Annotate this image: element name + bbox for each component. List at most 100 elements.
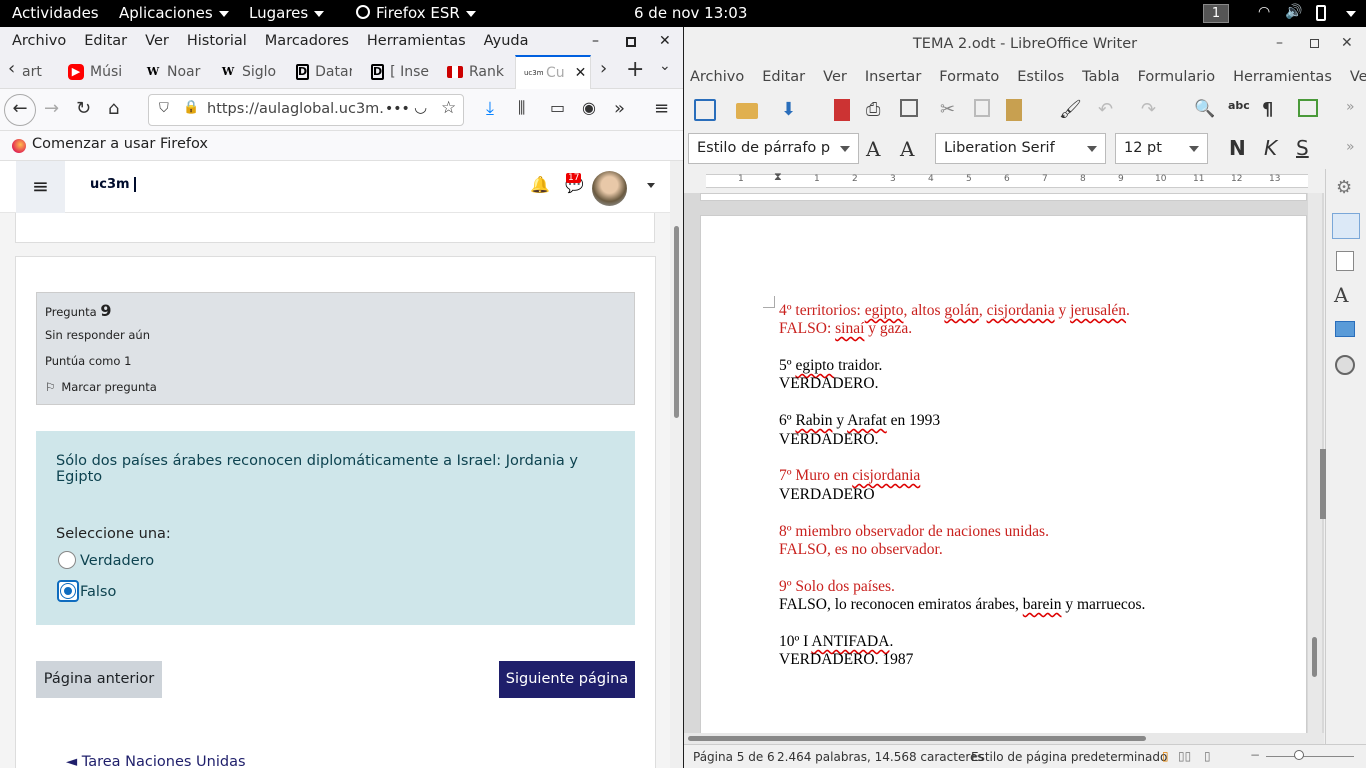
menu-archivo[interactable]: Archivo <box>12 33 66 49</box>
workspace-indicator[interactable]: 1 <box>1203 4 1229 23</box>
sidebar-icon[interactable]: ▭ <box>550 98 565 117</box>
close-window-button[interactable]: ✕ <box>1341 35 1353 51</box>
menu-marcadores[interactable]: Marcadores <box>265 33 349 49</box>
menu-formulario[interactable]: Formulario <box>1138 69 1216 85</box>
maximize-button[interactable] <box>626 37 636 47</box>
app-menu[interactable]: Firefox ESR <box>356 4 476 22</box>
print-icon[interactable]: ⎙ <box>866 99 888 121</box>
toolbar-overflow-icon[interactable]: » <box>1346 99 1366 121</box>
bookmark-star-icon[interactable]: ☆ <box>441 98 456 118</box>
book-view-icon[interactable]: ▯ <box>1204 749 1211 763</box>
system-menu[interactable] <box>1340 4 1356 22</box>
tab[interactable]: W Siglo <box>220 58 278 86</box>
menu-insertar[interactable]: Insertar <box>865 69 921 85</box>
clock[interactable]: 6 de nov 13:03 <box>634 4 747 22</box>
menu-ayuda[interactable]: Ayuda <box>484 33 529 49</box>
minimize-button[interactable]: – <box>1276 35 1283 51</box>
page-actions-icon[interactable]: ••• <box>385 101 410 117</box>
user-menu-caret-icon[interactable] <box>647 183 655 188</box>
close-tab-icon[interactable]: ✕ <box>575 65 587 81</box>
shield-icon[interactable]: ⛉ <box>159 101 169 116</box>
tab[interactable]: art <box>22 58 58 86</box>
tabs-scroll-left-icon[interactable]: ‹ <box>8 58 15 79</box>
open-folder-icon[interactable] <box>736 103 758 119</box>
tab[interactable]: Rank <box>447 58 505 86</box>
insert-table-icon[interactable] <box>1298 99 1318 117</box>
zoom-slider-knob[interactable] <box>1294 750 1304 760</box>
new-style-icon[interactable]: A <box>900 137 914 161</box>
new-tab-icon[interactable]: + <box>626 57 644 82</box>
spellcheck-icon[interactable]: abc <box>1228 99 1250 121</box>
tab[interactable]: D Datar <box>296 58 352 86</box>
page-count[interactable]: Página 5 de 6 <box>693 750 775 764</box>
settings-gear-icon[interactable]: ⚙ <box>1336 177 1352 198</box>
italic-button[interactable]: K <box>1264 136 1277 160</box>
tab-active[interactable]: uc3m Cu ✕ <box>515 55 591 89</box>
hamburger-menu-icon[interactable]: ≡ <box>654 98 669 119</box>
zoom-slider[interactable] <box>1266 756 1354 757</box>
navigator-icon[interactable] <box>1335 355 1355 375</box>
update-style-icon[interactable]: A <box>866 137 880 161</box>
account-icon[interactable]: ◉ <box>582 98 596 117</box>
toolbar-overflow-icon[interactable]: » <box>1346 139 1355 155</box>
clone-formatting-icon[interactable]: 🖌 <box>1059 99 1082 121</box>
scrollbar-thumb[interactable] <box>1312 637 1317 677</box>
radio-verdadero[interactable] <box>58 551 76 569</box>
document-page[interactable]: 4º territorios: egipto, altos golán, cis… <box>700 215 1307 735</box>
single-page-view-icon[interactable]: ▯▯ <box>1178 749 1191 763</box>
notifications-bell-icon[interactable]: 🔔 <box>530 175 550 194</box>
maximize-button[interactable] <box>1310 39 1319 48</box>
menu-herramientas[interactable]: Herramientas <box>1233 69 1332 85</box>
menu-ventana[interactable]: Ventana <box>1350 69 1366 85</box>
back-to-assignment-link[interactable]: ◄ Tarea Naciones Unidas <box>66 754 246 768</box>
avatar[interactable] <box>592 171 627 206</box>
copy-icon[interactable] <box>974 99 990 117</box>
places-menu[interactable]: Lugares <box>249 4 325 22</box>
font-name-dropdown[interactable]: Liberation Serif <box>935 133 1106 164</box>
menu-editar[interactable]: Editar <box>84 33 127 49</box>
new-document-icon[interactable] <box>694 99 716 121</box>
next-page-button[interactable]: Siguiente página <box>499 661 635 698</box>
bookmark-getting-started[interactable]: Comenzar a usar Firefox <box>32 136 208 152</box>
tab[interactable]: ▶ Músi <box>68 58 128 86</box>
lock-icon[interactable]: 🔒 <box>183 100 199 115</box>
paragraph-style-dropdown[interactable]: Estilo de párrafo p <box>688 133 859 164</box>
menu-ver[interactable]: Ver <box>145 33 169 49</box>
option-verdadero-label[interactable]: Verdadero <box>80 553 154 569</box>
menu-editar[interactable]: Editar <box>762 69 805 85</box>
forward-button[interactable]: → <box>44 98 59 119</box>
previous-page-button[interactable]: Página anterior <box>36 661 162 698</box>
scrollbar-thumb[interactable] <box>674 226 679 418</box>
flag-question-link[interactable]: ⚐ Marcar pregunta <box>45 380 157 394</box>
underline-button[interactable]: S <box>1296 136 1309 160</box>
tab[interactable]: D[ Inse <box>371 58 429 86</box>
wifi-icon[interactable]: ◠ <box>1258 4 1270 20</box>
applications-menu[interactable]: Aplicaciones <box>119 4 229 22</box>
download-icon[interactable]: ⤓ <box>486 98 494 119</box>
menu-herramientas[interactable]: Herramientas <box>367 33 466 49</box>
home-button[interactable]: ⌂ <box>108 98 119 119</box>
print-preview-icon[interactable] <box>900 99 918 117</box>
page-icon[interactable] <box>1336 251 1354 271</box>
export-pdf-icon[interactable] <box>834 99 850 121</box>
save-icon[interactable]: ⬇ <box>781 99 803 121</box>
document-modified-icon[interactable]: ▯ <box>1162 749 1169 763</box>
menu-historial[interactable]: Historial <box>187 33 247 49</box>
volume-icon[interactable]: 🔊 <box>1285 4 1302 20</box>
minimize-button[interactable]: – <box>592 33 599 49</box>
styles-icon[interactable]: A <box>1334 283 1348 307</box>
indent-marker-icon[interactable]: ⧗ <box>774 170 782 184</box>
back-button[interactable]: ← <box>4 94 36 126</box>
pocket-icon[interactable]: ◡ <box>414 98 427 116</box>
battery-icon[interactable] <box>1316 5 1326 21</box>
properties-icon[interactable] <box>1332 213 1360 239</box>
drawer-menu-icon[interactable]: ≡ <box>16 161 65 213</box>
redo-icon[interactable]: ↷ <box>1141 99 1163 121</box>
scrollbar-thumb[interactable] <box>688 736 1146 741</box>
library-icon[interactable]: ⫼ <box>518 98 525 118</box>
page-scrollbar[interactable] <box>670 161 683 768</box>
zoom-out-icon[interactable]: − <box>1250 748 1260 762</box>
activities-button[interactable]: Actividades <box>12 4 99 22</box>
gallery-icon[interactable] <box>1335 321 1355 337</box>
menu-tabla[interactable]: Tabla <box>1082 69 1119 85</box>
